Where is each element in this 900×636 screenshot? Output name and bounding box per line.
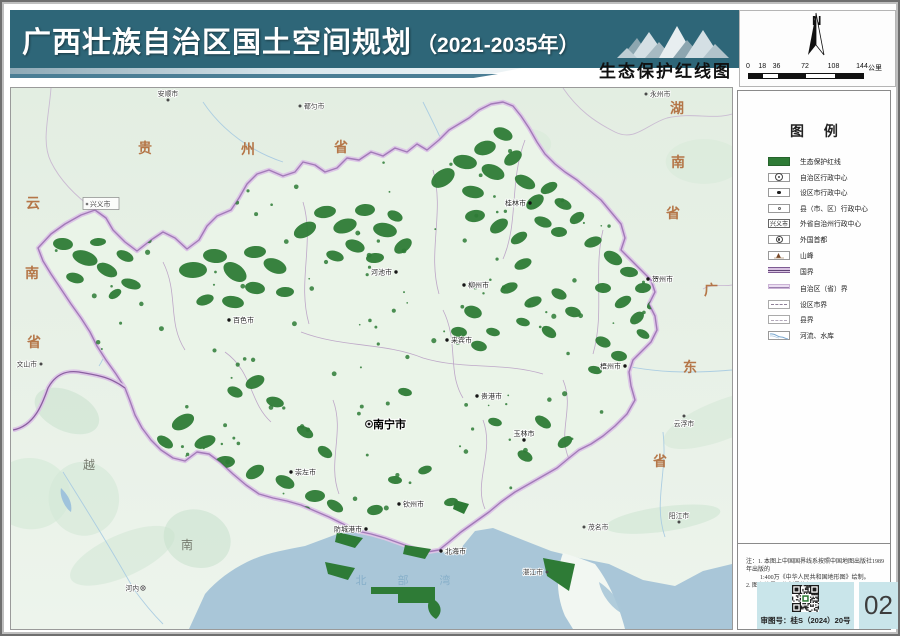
svg-text:云: 云 [26, 195, 40, 211]
svg-text:永州市: 永州市 [650, 90, 671, 99]
svg-text:省: 省 [652, 453, 667, 469]
legend-title: 图 例 [738, 121, 890, 141]
svg-text:东: 东 [683, 359, 697, 375]
plan-page: 广西壮族自治区国土空间规划（2021-2035年） 生态保护红线图 N 0183… [0, 0, 900, 636]
scale-tick: 36 [773, 63, 781, 70]
svg-text:来宾市: 来宾市 [451, 336, 472, 345]
svg-text:防城港市: 防城港市 [334, 525, 362, 534]
page-title: 广西壮族自治区国土空间规划（2021-2035年） [22, 19, 579, 61]
svg-text:北: 北 [356, 574, 367, 587]
mountains-icon [615, 14, 737, 66]
svg-text:贵港市: 贵港市 [481, 392, 502, 401]
legend-item: 设区市行政中心 [738, 186, 890, 202]
legend-items: 生态保护红线自治区行政中心设区市行政中心县（市、区）行政中心兴义市外省自治州行政… [738, 155, 890, 345]
svg-text:玉林市: 玉林市 [514, 429, 535, 438]
svg-text:梧州市: 梧州市 [600, 362, 621, 371]
svg-text:崇左市: 崇左市 [295, 468, 316, 477]
svg-text:都匀市: 都匀市 [304, 102, 325, 111]
svg-text:安顺市: 安顺市 [158, 89, 179, 98]
svg-text:兴义市: 兴义市 [90, 200, 111, 209]
scale-bar: 0 18 36 72 108 144公里 [745, 63, 893, 85]
svg-text:河池市: 河池市 [371, 268, 392, 277]
city-兴义市: 兴义市 [83, 198, 119, 210]
legend-item: 县界 [738, 313, 890, 329]
svg-text:百色市: 百色市 [233, 316, 254, 325]
legend-item: 生态保护红线 [738, 155, 890, 171]
svg-text:贵: 贵 [138, 140, 152, 156]
map-subtitle: 生态保护红线图 [532, 60, 732, 84]
title-main: 广西壮族自治区国土空间规划 [22, 27, 412, 59]
scale-unit: 公里 [868, 63, 882, 73]
scale-tick: 0 [746, 63, 750, 70]
map-svg: 贵州省湖南省云南省广东省越南 北部湾 南宁市柳州市桂林市梧州市北海市防城港市钦州… [11, 88, 732, 629]
svg-text:南: 南 [181, 537, 193, 552]
svg-text:云浮市: 云浮市 [674, 419, 695, 428]
north-arrow-icon [740, 11, 897, 61]
svg-text:州: 州 [240, 141, 255, 157]
legend-item: 县（市、区）行政中心 [738, 202, 890, 218]
svg-text:桂林市: 桂林市 [505, 199, 526, 208]
svg-text:广: 广 [704, 282, 718, 298]
svg-text:越: 越 [83, 458, 95, 472]
legend-item: 山峰 [738, 249, 890, 265]
svg-text:钦州市: 钦州市 [403, 500, 424, 509]
svg-text:茂名市: 茂名市 [588, 523, 609, 532]
header-stripe-silver [10, 68, 522, 74]
legend-item: 自治区（省）界 [738, 282, 890, 298]
svg-text:湾: 湾 [440, 573, 451, 587]
svg-text:湛江市: 湛江市 [523, 568, 544, 577]
scale-tick: 144 [856, 63, 868, 70]
approval-panel: 审图号：桂S（2024）20号 [757, 582, 854, 629]
legend-panel: 图 例 生态保护红线自治区行政中心设区市行政中心县（市、区）行政中心兴义市外省自… [737, 90, 891, 630]
legend-item: 国界 [738, 265, 890, 281]
scale-tick: 18 [758, 63, 766, 70]
svg-text:柳州市: 柳州市 [468, 281, 489, 290]
svg-text:南: 南 [671, 154, 685, 170]
svg-text:部: 部 [398, 573, 409, 587]
svg-text:河内: 河内 [125, 584, 139, 593]
title-years: （2021-2035年） [416, 34, 579, 57]
north-scale-panel: N 0183672108144公里 [739, 10, 896, 87]
svg-text:南: 南 [25, 265, 39, 281]
legend-item: 兴义市外省自治州行政中心 [738, 217, 890, 233]
svg-text:文山市: 文山市 [17, 360, 38, 369]
header-stripe-blue [10, 74, 498, 78]
svg-text:阳江市: 阳江市 [669, 511, 690, 520]
svg-text:南宁市: 南宁市 [373, 417, 406, 431]
scale-tick: 108 [828, 63, 840, 70]
legend-item: 设区市界 [738, 298, 890, 314]
svg-text:省: 省 [665, 205, 680, 221]
svg-text:湖: 湖 [670, 100, 684, 116]
scale-tick: 72 [801, 63, 809, 70]
approval-number: 审图号：桂S（2024）20号 [757, 615, 854, 626]
qr-code [792, 585, 819, 612]
map-canvas: 贵州省湖南省云南省广东省越南 北部湾 南宁市柳州市桂林市梧州市北海市防城港市钦州… [10, 87, 733, 630]
legend-item: 自治区行政中心 [738, 171, 890, 187]
svg-text:贺州市: 贺州市 [652, 275, 673, 284]
legend-item: 外国首都 [738, 233, 890, 249]
svg-text:省: 省 [26, 334, 41, 350]
legend-item: 河流、水库 [738, 329, 890, 345]
svg-text:省: 省 [333, 139, 348, 155]
page-number: 02 [859, 582, 898, 629]
svg-text:北海市: 北海市 [445, 547, 466, 556]
